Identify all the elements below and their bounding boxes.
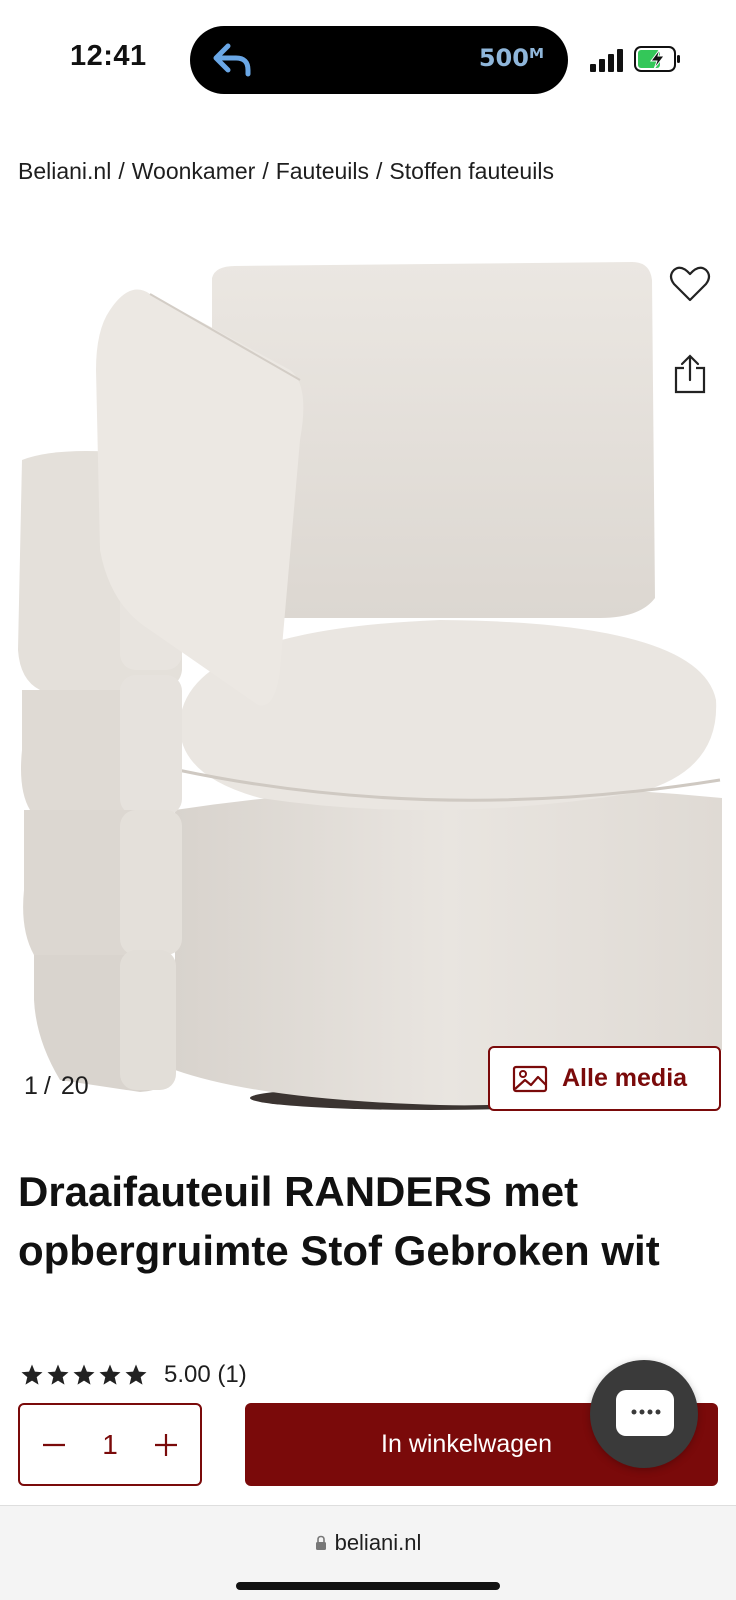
product-rating[interactable]: 5.00 (1) [20,1360,247,1390]
breadcrumb-woonkamer[interactable]: Woonkamer [132,158,256,184]
cellular-signal-icon [590,48,624,72]
breadcrumb-stoffen-fauteuils[interactable]: Stoffen fauteuils [389,158,554,184]
star-icon [99,1364,121,1385]
rating-stars [20,1363,148,1387]
breadcrumb-separator: / [376,158,383,184]
speed-indicator: 500ᴹ [478,44,544,72]
minus-icon [43,1443,65,1447]
status-bar: 12:41 500ᴹ [0,0,736,120]
breadcrumb-fauteuils[interactable]: Fauteuils [276,158,369,184]
dynamic-island[interactable]: 500ᴹ [190,26,568,94]
url-display[interactable]: beliani.nl [0,1530,736,1556]
quantity-increase-button[interactable] [142,1421,190,1469]
lock-icon [315,1535,326,1550]
gallery-separator: / [43,1072,51,1100]
quantity-decrease-button[interactable] [30,1421,78,1469]
armchair-illustration [18,262,722,1110]
breadcrumb-separator: / [262,158,269,184]
rating-text: 5.00 (1) [164,1361,247,1388]
breadcrumb-separator: / [118,158,125,184]
gallery-total: 20 [60,1072,89,1100]
breadcrumb: Beliani.nl / Woonkamer / Fauteuils / Stoffen f… [18,158,554,185]
home-indicator[interactable] [236,1582,500,1590]
star-icon [21,1364,43,1385]
battery-charging-icon [634,46,680,72]
back-arrow-icon[interactable] [210,40,254,80]
image-icon [512,1065,548,1092]
alle-media-button[interactable]: Alle media [488,1046,721,1111]
alle-media-label: Alle media [562,1064,688,1092]
star-icon [73,1364,95,1385]
star-icon [47,1364,69,1385]
chat-button[interactable] [590,1360,698,1468]
browser-url-bar[interactable]: beliani.nl [0,1505,736,1600]
url-text: beliani.nl [334,1530,422,1555]
breadcrumb-home[interactable]: Beliani.nl [18,158,111,184]
gallery-current: 1 [24,1072,38,1100]
quantity-stepper: 1 [18,1403,202,1486]
gallery-counter: 1/ 20 [24,1072,89,1101]
product-title: Draaifauteuil RANDERS met opbergruimte S… [18,1168,660,1274]
clock: 12:41 [70,40,147,72]
plus-icon [155,1434,177,1456]
heart-icon[interactable] [668,262,712,306]
star-icon [125,1364,147,1385]
chat-dots-icon [631,1409,661,1415]
share-icon[interactable] [672,354,708,396]
product-image[interactable] [0,250,736,1128]
quantity-value[interactable]: 1 [80,1429,140,1461]
